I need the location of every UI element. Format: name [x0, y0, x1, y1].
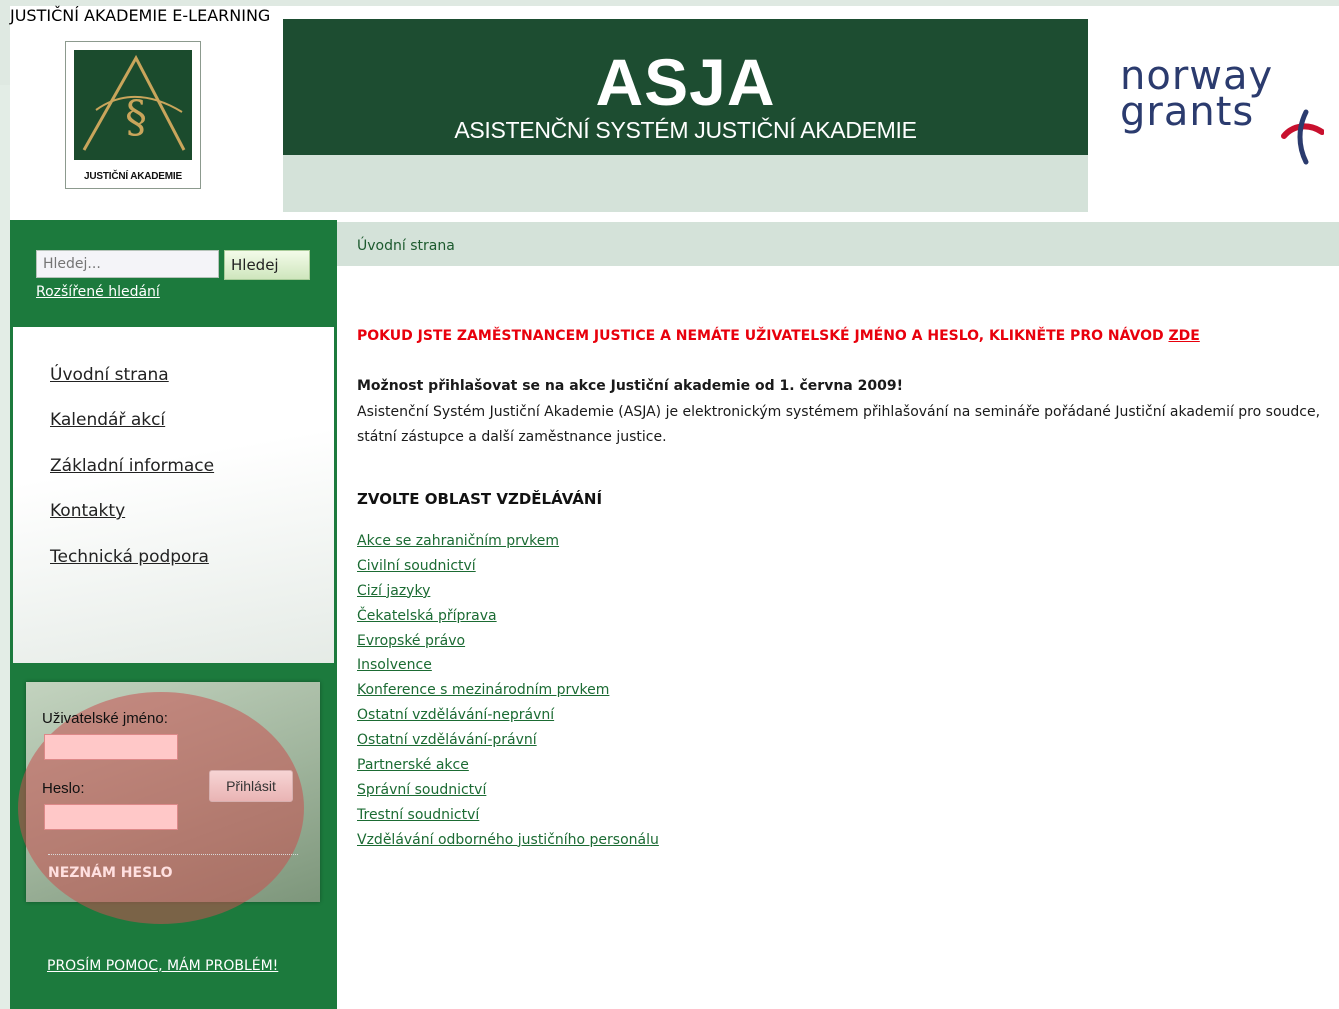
list-item: Ostatní vzdělávání-neprávní — [357, 707, 659, 732]
breadcrumb-home[interactable]: Úvodní strana — [357, 238, 455, 254]
search-button[interactable]: Hledej — [224, 250, 310, 280]
list-item: Insolvence — [357, 657, 659, 682]
list-item: Evropské právo — [357, 633, 659, 658]
username-field[interactable] — [44, 734, 178, 760]
sidebar-item-home[interactable]: Úvodní strana — [50, 365, 169, 385]
list-item: Vzdělávání odborného justičního personál… — [357, 832, 659, 857]
justice-academy-logo[interactable]: § JUSTIČNÍ AKADEMIE — [65, 41, 201, 189]
nav-justice-academy[interactable]: JUSTIČNÍ AKADEMIE — [10, 6, 167, 25]
sidebar-item-basic-info[interactable]: Základní informace — [50, 456, 214, 476]
help-link[interactable]: PROSÍM POMOC, MÁM PROBLÉM! — [47, 958, 278, 974]
list-item: Ostatní vzdělávání-právní — [357, 732, 659, 757]
list-item: Civilní soudnictví — [357, 558, 659, 583]
category-link[interactable]: Partnerské akce — [357, 757, 469, 773]
sidebar-menu: Úvodní strana Kalendář akcí Základní inf… — [13, 327, 334, 663]
divider — [48, 854, 298, 855]
list-item: Akce se zahraničním prvkem — [357, 533, 659, 558]
category-link[interactable]: Akce se zahraničním prvkem — [357, 533, 559, 549]
search-input[interactable] — [36, 250, 219, 278]
password-label: Heslo: — [42, 780, 85, 797]
sidebar-item-contacts[interactable]: Kontakty — [50, 501, 125, 521]
banner-subtitle: ASISTENČNÍ SYSTÉM JUSTIČNÍ AKADEMIE — [454, 117, 917, 143]
nav-e-learning[interactable]: E-LEARNING — [172, 6, 270, 25]
category-link[interactable]: Civilní soudnictví — [357, 558, 476, 574]
category-link[interactable]: Trestní soudnictví — [357, 807, 479, 823]
svg-text:§: § — [125, 92, 147, 143]
section-title: ZVOLTE OBLAST VZDĚLÁVÁNÍ — [357, 490, 603, 508]
norway-grants-logo[interactable]: norway grants — [1120, 56, 1324, 168]
alert-text: POKUD JSTE ZAMĚSTNANCEM JUSTICE A NEMÁTE… — [357, 328, 1164, 344]
category-link[interactable]: Čekatelská příprava — [357, 608, 497, 624]
intro-text: Asistenční Systém Justiční Akademie (ASJ… — [357, 404, 1321, 445]
alert-link[interactable]: ZDE — [1168, 328, 1199, 344]
breadcrumb-bar: Úvodní strana — [337, 222, 1339, 266]
logo-emblem: § — [74, 50, 192, 160]
category-link[interactable]: Cizí jazyky — [357, 583, 430, 599]
list-item: Trestní soudnictví — [357, 807, 659, 832]
list-item: Konference s mezinárodním prvkem — [357, 682, 659, 707]
list-item: Čekatelská příprava — [357, 608, 659, 633]
list-item: Správní soudnictví — [357, 782, 659, 807]
category-link[interactable]: Správní soudnictví — [357, 782, 486, 798]
username-label: Uživatelské jméno: — [42, 710, 168, 727]
forgot-password-link[interactable]: NEZNÁM HESLO — [48, 865, 172, 881]
norway-flag-swirl-icon — [1281, 109, 1324, 165]
logo-caption: JUSTIČNÍ AKADEMIE — [84, 171, 182, 182]
list-item: Cizí jazyky — [357, 583, 659, 608]
sidebar-item-tech-support[interactable]: Technická podpora — [50, 547, 209, 567]
category-link[interactable]: Konference s mezinárodním prvkem — [357, 682, 609, 698]
password-field[interactable] — [44, 804, 178, 830]
category-link[interactable]: Ostatní vzdělávání-neprávní — [357, 707, 554, 723]
title-banner: ASJA ASISTENČNÍ SYSTÉM JUSTIČNÍ AKADEMIE — [283, 19, 1088, 155]
category-link[interactable]: Ostatní vzdělávání-právní — [357, 732, 537, 748]
intro-heading: Možnost přihlašovat se na akce Justiční … — [357, 378, 903, 394]
advanced-search-link[interactable]: Rozšířené hledání — [36, 284, 160, 300]
justice-scales-icon: § — [82, 54, 186, 151]
category-link[interactable]: Insolvence — [357, 657, 432, 673]
login-button[interactable]: Přihlásit — [209, 770, 293, 802]
login-box: Uživatelské jméno: Heslo: Přihlásit NEZN… — [18, 682, 320, 924]
top-navigation — [283, 155, 1088, 212]
category-link[interactable]: Vzdělávání odborného justičního personál… — [357, 832, 659, 848]
banner-title: ASJA — [595, 45, 776, 119]
category-link[interactable]: Evropské právo — [357, 633, 465, 649]
staff-alert: POKUD JSTE ZAMĚSTNANCEM JUSTICE A NEMÁTE… — [357, 328, 1200, 344]
sidebar: Hledej Rozšířené hledání Úvodní strana K… — [10, 220, 337, 1009]
header: § JUSTIČNÍ AKADEMIE ASJA ASISTENČNÍ SYST… — [10, 6, 1339, 220]
list-item: Partnerské akce — [357, 757, 659, 782]
category-list: Akce se zahraničním prvkem Civilní soudn… — [357, 533, 659, 857]
sidebar-item-calendar[interactable]: Kalendář akcí — [50, 410, 165, 430]
